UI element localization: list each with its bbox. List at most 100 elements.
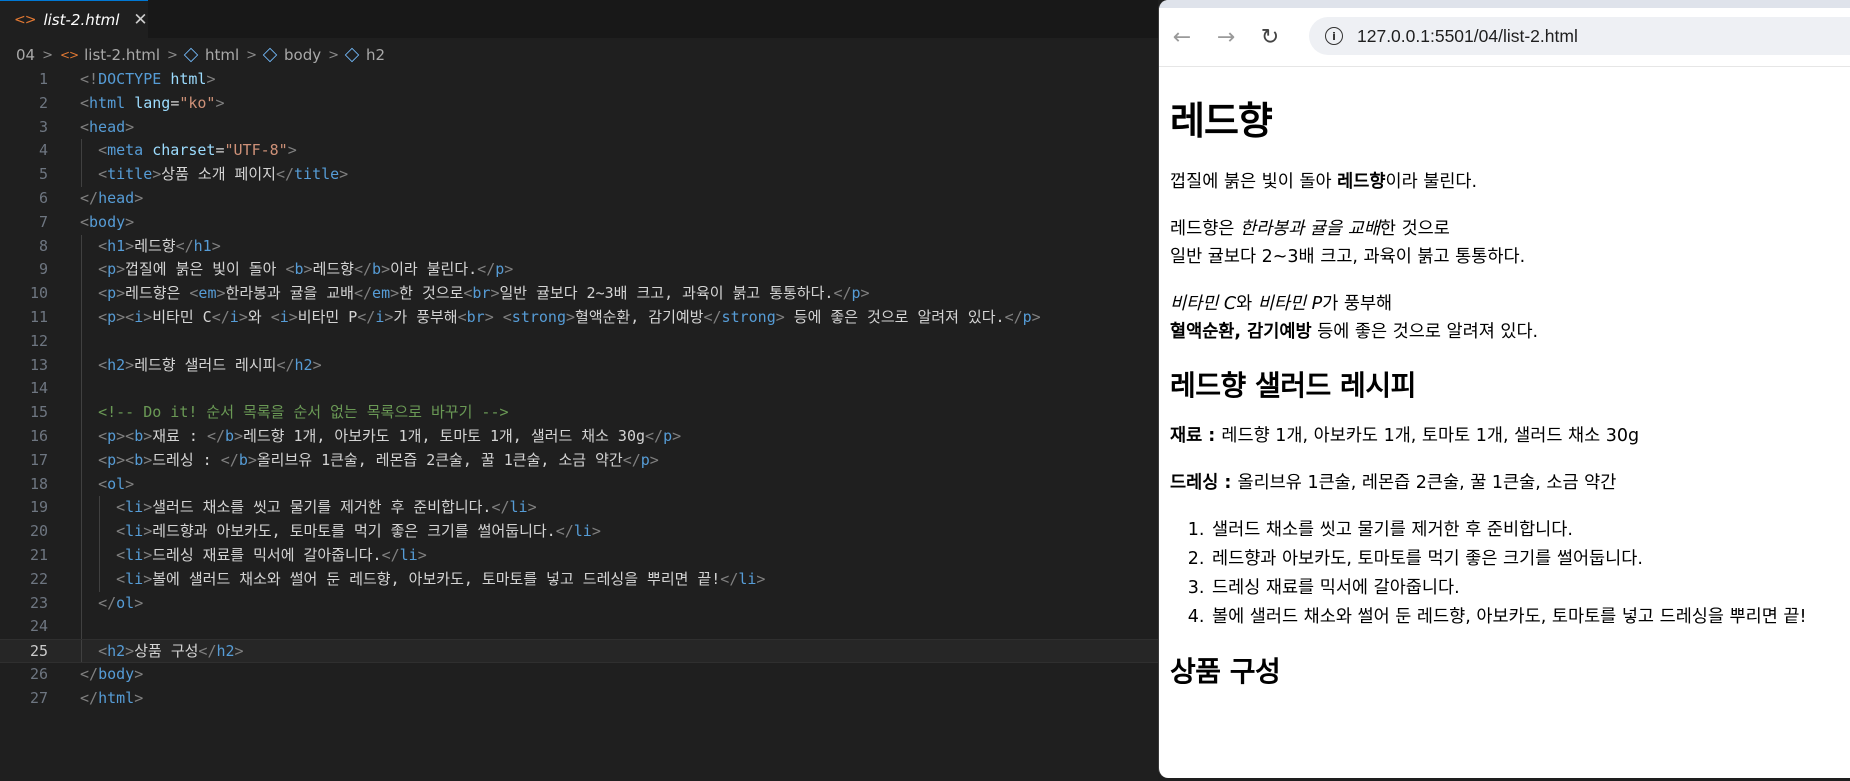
intro-paragraph: 껍질에 붉은 빛이 돌아 레드향이라 불린다. <box>1170 172 1478 192</box>
code-line[interactable]: 13 <h2>레드향 샐러드 레시피</h2> <box>0 353 1158 378</box>
breadcrumb: 04 > <> list-2.html > html > body > h2 <box>0 40 1158 70</box>
list-item: 볼에 샐러드 채소와 썰어 둔 레드향, 아보카도, 토마토를 넣고 드레싱을 … <box>1210 603 1850 632</box>
indent-guide <box>81 377 82 402</box>
site-info-icon[interactable]: i <box>1325 27 1343 45</box>
code-text: <p>껍질에 붉은 빛이 돌아 <b>레드향</b>이라 불린다.</p> <box>98 260 514 279</box>
code-text: <h1>레드향</h1> <box>98 236 221 255</box>
code-line[interactable]: 25 <h2>상품 구성</h2> <box>0 639 1158 663</box>
code-line[interactable]: 17 <p><b>드레싱 : </b>올리브유 1큰술, 레몬즙 2큰술, 꿀 … <box>0 448 1158 473</box>
code-line[interactable]: 1 <!DOCTYPE html> <box>0 68 1158 92</box>
line-number: 24 <box>29 617 48 636</box>
forward-arrow-icon[interactable]: → <box>1211 22 1241 52</box>
code-line[interactable]: 5 <title>상품 소개 페이지</title> <box>0 163 1158 187</box>
code-line[interactable]: 20 <li>레드향과 아보카도, 토마토를 먹기 좋은 크기를 썰어둡니다.<… <box>0 520 1158 544</box>
breadcrumb-body[interactable]: body <box>284 46 321 64</box>
code-text: <!-- Do it! 순서 목록을 순서 없는 목록으로 바꾸기 --> <box>98 403 509 422</box>
html-file-icon: <> <box>14 11 36 28</box>
line-number: 8 <box>38 236 48 255</box>
indent-guide <box>81 615 82 640</box>
code-text: <p>레드향은 <em>한라봉과 귤을 교배</em>한 것으로<br>일반 귤… <box>98 284 870 303</box>
recipe-heading: 레드향 샐러드 레시피 <box>1170 369 1416 402</box>
breadcrumb-folder[interactable]: 04 <box>16 46 35 64</box>
line-number: 23 <box>29 593 48 612</box>
code-line[interactable]: 7 <body> <box>0 211 1158 235</box>
page-heading: 레드향 <box>1170 99 1273 143</box>
code-line[interactable]: 26 </body> <box>0 663 1158 687</box>
code-line[interactable]: 23 </ol> <box>0 591 1158 616</box>
line-number: 5 <box>38 165 48 184</box>
code-text: <p><i>비타민 C</i>와 <i>비타민 P</i>가 풍부해<br> <… <box>98 307 1041 326</box>
line-number: 19 <box>29 498 48 517</box>
code-line[interactable]: 15 <!-- Do it! 순서 목록을 순서 없는 목록으로 바꾸기 --> <box>0 401 1158 425</box>
code-line[interactable]: 21 <li>드레싱 재료를 믹서에 갈아줍니다.</li> <box>0 543 1158 568</box>
line-number: 25 <box>29 642 48 661</box>
code-text: <h2>레드향 샐러드 레시피</h2> <box>98 355 322 374</box>
code-line[interactable]: 27 </html> <box>0 687 1158 711</box>
line-number: 18 <box>29 474 48 493</box>
code-line[interactable]: 12 <box>0 329 1158 354</box>
close-icon[interactable]: ✕ <box>133 10 147 30</box>
line-number: 20 <box>29 522 48 541</box>
code-text: <li>드레싱 재료를 믹서에 갈아줍니다.</li> <box>116 545 427 564</box>
composition-heading: 상품 구성 <box>1170 655 1281 688</box>
code-line[interactable]: 16 <p><b>재료 : </b>레드향 1개, 아보카도 1개, 토마토 1… <box>0 424 1158 449</box>
indent-guide <box>81 329 82 354</box>
chevron-right-icon: > <box>246 47 258 63</box>
html-file-icon: <> <box>60 48 79 62</box>
code-text: <ol> <box>98 474 135 493</box>
code-text: <p><b>재료 : </b>레드향 1개, 아보카도 1개, 토마토 1개, … <box>98 426 682 445</box>
code-line[interactable]: 19 <li>샐러드 채소를 씻고 물기를 제거한 후 준비합니다.</li> <box>0 496 1158 521</box>
editor-tab-list-2[interactable]: <> list-2.html ✕ <box>0 0 148 38</box>
element-cube-icon <box>262 47 278 63</box>
code-line[interactable]: 22 <li>볼에 샐러드 채소와 썰어 둔 레드향, 아보카도, 토마토를 넣… <box>0 567 1158 592</box>
code-text: </html> <box>80 688 144 707</box>
code-line[interactable]: 8 <h1>레드향</h1> <box>0 234 1158 259</box>
back-arrow-icon[interactable]: ← <box>1167 22 1197 52</box>
line-number: 15 <box>29 403 48 422</box>
code-line[interactable]: 2 <html lang="ko"> <box>0 92 1158 116</box>
editor-tab-bar: <> list-2.html ✕ <box>0 0 1158 38</box>
line-number: 27 <box>29 688 48 707</box>
code-text: <p><b>드레싱 : </b>올리브유 1큰술, 레몬즙 2큰술, 꿀 1큰술… <box>98 450 659 469</box>
code-line[interactable]: 9 <p>껍질에 붉은 빛이 돌아 <b>레드향</b>이라 불린다.</p> <box>0 258 1158 283</box>
reload-icon[interactable]: ↻ <box>1255 22 1285 52</box>
url-text[interactable]: 127.0.0.1:5501/04/list-2.html <box>1357 26 1578 47</box>
code-editor[interactable]: <> list-2.html ✕ 04 > <> list-2.html > h… <box>0 0 1158 781</box>
code-text: <html lang="ko"> <box>80 93 225 112</box>
line-number: 22 <box>29 569 48 588</box>
element-cube-icon <box>344 47 360 63</box>
code-text: </head> <box>80 188 144 207</box>
browser-toolbar: ← → ↻ i 127.0.0.1:5501/04/list-2.html <box>1159 8 1850 67</box>
chevron-right-icon: > <box>167 47 178 63</box>
code-line[interactable]: 3 <head> <box>0 116 1158 140</box>
browser-tab-strip <box>1159 0 1850 8</box>
line-number: 7 <box>38 212 48 231</box>
line-number: 14 <box>29 379 48 398</box>
description-paragraph: 레드향은 한라봉과 귤을 교배한 것으로 일반 귤보다 2~3배 크고, 과육이 … <box>1170 219 1526 267</box>
code-line[interactable]: 11 <p><i>비타민 C</i>와 <i>비타민 P</i>가 풍부해<br… <box>0 305 1158 330</box>
code-text: <body> <box>80 212 135 231</box>
code-text: <li>레드향과 아보카도, 토마토를 먹기 좋은 크기를 썰어둡니다.</li… <box>116 522 601 541</box>
code-line[interactable]: 14 <box>0 377 1158 402</box>
code-line[interactable]: 18 <ol> <box>0 472 1158 497</box>
code-line[interactable]: 6 </head> <box>0 187 1158 211</box>
breadcrumb-h2[interactable]: h2 <box>366 46 385 64</box>
code-text: <title>상품 소개 페이지</title> <box>98 165 349 184</box>
tab-title: list-2.html <box>43 10 120 29</box>
ingredients-paragraph: 재료 : 레드향 1개, 아보카도 1개, 토마토 1개, 샐러드 채소 30g <box>1170 426 1640 446</box>
breadcrumb-html[interactable]: html <box>205 46 239 64</box>
line-number: 16 <box>29 426 48 445</box>
breadcrumb-file[interactable]: list-2.html <box>84 46 160 64</box>
line-number: 1 <box>38 70 48 88</box>
line-number: 11 <box>29 307 48 326</box>
code-area[interactable]: 1 <!DOCTYPE html> 2 <html lang="ko"> 3 <head>… <box>0 68 1158 711</box>
code-line[interactable]: 10 <p>레드향은 <em>한라봉과 귤을 교배</em>한 것으로<br>일… <box>0 282 1158 306</box>
code-text: </ol> <box>98 593 144 612</box>
rendered-page: 레드향 껍질에 붉은 빛이 돌아 레드향이라 불린다. 레드향은 한라봉과 귤을… <box>1170 66 1850 708</box>
code-line[interactable]: 4 <meta charset="UTF-8"> <box>0 139 1158 164</box>
address-bar[interactable]: i 127.0.0.1:5501/04/list-2.html <box>1309 17 1850 55</box>
line-number: 26 <box>29 664 48 683</box>
code-line[interactable]: 24 <box>0 615 1158 640</box>
line-number: 9 <box>38 260 48 279</box>
code-text: <li>샐러드 채소를 씻고 물기를 제거한 후 준비합니다.</li> <box>116 498 537 517</box>
